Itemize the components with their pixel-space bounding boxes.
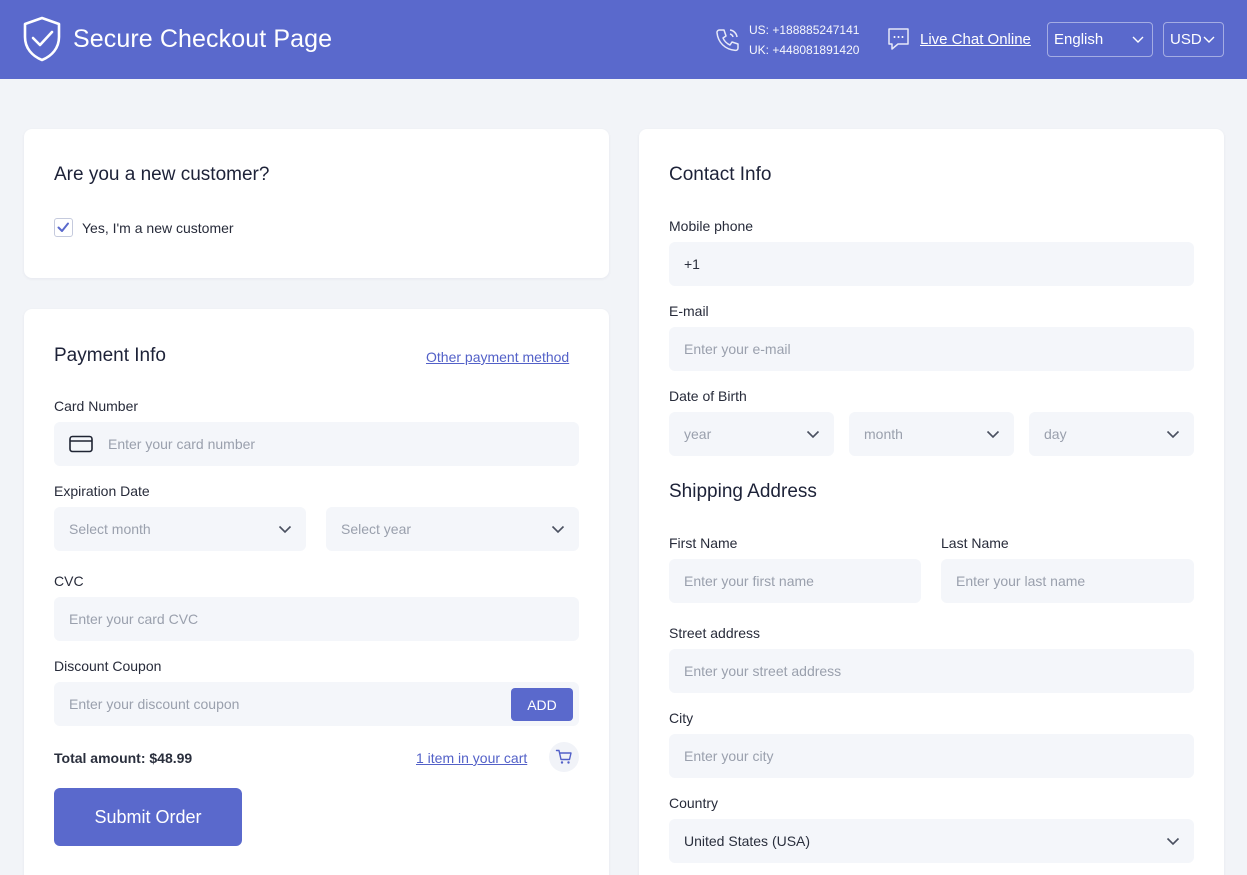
last-name-label: Last Name (941, 535, 1009, 551)
first-name-placeholder: Enter your first name (684, 573, 814, 589)
chevron-down-icon (1166, 837, 1180, 846)
card-number-label: Card Number (54, 398, 139, 414)
street-placeholder: Enter your street address (684, 663, 842, 679)
first-name-label: First Name (669, 535, 738, 551)
new-customer-checkbox[interactable] (54, 218, 73, 237)
new-customer-card: Are you a new customer? Yes, I'm a new c… (24, 129, 609, 278)
expiration-year-value: Select year (341, 521, 412, 537)
dob-year-select[interactable]: year (669, 412, 834, 456)
email-label: E-mail (669, 303, 709, 319)
payment-heading: Payment Info (54, 345, 166, 366)
chevron-down-icon (278, 525, 292, 534)
mobile-label: Mobile phone (669, 218, 754, 234)
new-customer-label: Yes, I'm a new customer (82, 220, 234, 236)
checkmark-icon (57, 222, 69, 232)
expiration-month-select[interactable]: Select month (54, 507, 306, 551)
card-number-input[interactable]: Enter your card number (54, 422, 579, 466)
dob-label: Date of Birth (669, 388, 747, 404)
coupon-input[interactable]: Enter your discount coupon (54, 682, 579, 726)
contact-card: Contact Info Mobile phone +1 E-mail Ente… (639, 129, 1224, 875)
dob-month-value: month (864, 426, 903, 442)
top-header: Secure Checkout Page US: +188885247141 U… (0, 0, 1247, 79)
cvc-placeholder: Enter your card CVC (69, 611, 199, 627)
cart-icon (555, 749, 572, 764)
country-label: Country (669, 795, 719, 811)
chevron-down-icon (806, 430, 820, 439)
dob-year-value: year (684, 426, 712, 442)
phone-us: US: +188885247141 (749, 23, 860, 37)
live-chat-link[interactable]: Live Chat Online (920, 31, 1031, 48)
contact-heading: Contact Info (669, 164, 772, 185)
live-chat[interactable]: Live Chat Online (886, 26, 1031, 52)
submit-order-button[interactable]: Submit Order (54, 788, 242, 846)
dob-day-value: day (1044, 426, 1067, 442)
total-amount: Total amount: $48.99 (54, 750, 193, 766)
chevron-down-icon (1132, 36, 1144, 43)
payment-card: Payment Info Other payment method Card N… (24, 309, 609, 875)
email-input[interactable]: Enter your e-mail (669, 327, 1194, 371)
last-name-placeholder: Enter your last name (956, 573, 1086, 589)
cvc-input[interactable]: Enter your card CVC (54, 597, 579, 641)
new-customer-heading: Are you a new customer? (54, 164, 270, 185)
phone-numbers: US: +188885247141 UK: +448081891420 (714, 20, 859, 60)
chevron-down-icon (1203, 36, 1215, 43)
cart-items-link[interactable]: 1 item in your cart (416, 750, 527, 766)
email-placeholder: Enter your e-mail (684, 341, 791, 357)
city-label: City (669, 710, 694, 726)
dob-month-select[interactable]: month (849, 412, 1014, 456)
other-payment-link[interactable]: Other payment method (426, 349, 569, 365)
language-select[interactable]: English (1047, 22, 1153, 57)
phone-icon (716, 29, 739, 52)
shield-check-icon (23, 16, 61, 62)
cvc-label: CVC (54, 573, 84, 589)
phone-uk: UK: +448081891420 (749, 43, 860, 57)
dob-day-select[interactable]: day (1029, 412, 1194, 456)
expiration-label: Expiration Date (54, 483, 150, 499)
chevron-down-icon (1166, 430, 1180, 439)
brand: Secure Checkout Page (22, 16, 332, 62)
chat-bubble-icon (888, 28, 909, 50)
language-value: English (1054, 31, 1104, 48)
page-title: Secure Checkout Page (73, 24, 333, 53)
country-select[interactable]: United States (USA) (669, 819, 1194, 863)
expiration-month-value: Select month (69, 521, 151, 537)
currency-value: USD (1170, 31, 1202, 48)
shipping-heading: Shipping Address (669, 481, 817, 502)
coupon-placeholder: Enter your discount coupon (69, 696, 240, 712)
coupon-label: Discount Coupon (54, 658, 162, 674)
street-input[interactable]: Enter your street address (669, 649, 1194, 693)
city-placeholder: Enter your city (684, 748, 774, 764)
add-coupon-button[interactable]: ADD (511, 688, 573, 721)
currency-select[interactable]: USD (1163, 22, 1224, 57)
city-input[interactable]: Enter your city (669, 734, 1194, 778)
first-name-input[interactable]: Enter your first name (669, 559, 921, 603)
country-value: United States (USA) (684, 833, 811, 849)
card-number-placeholder: Enter your card number (108, 436, 256, 452)
street-label: Street address (669, 625, 761, 641)
last-name-input[interactable]: Enter your last name (941, 559, 1194, 603)
mobile-value: +1 (684, 256, 700, 272)
mobile-input[interactable]: +1 (669, 242, 1194, 286)
expiration-year-select[interactable]: Select year (326, 507, 579, 551)
credit-card-icon (69, 435, 93, 453)
cart-button[interactable] (549, 742, 579, 772)
chevron-down-icon (986, 430, 1000, 439)
chevron-down-icon (551, 525, 565, 534)
